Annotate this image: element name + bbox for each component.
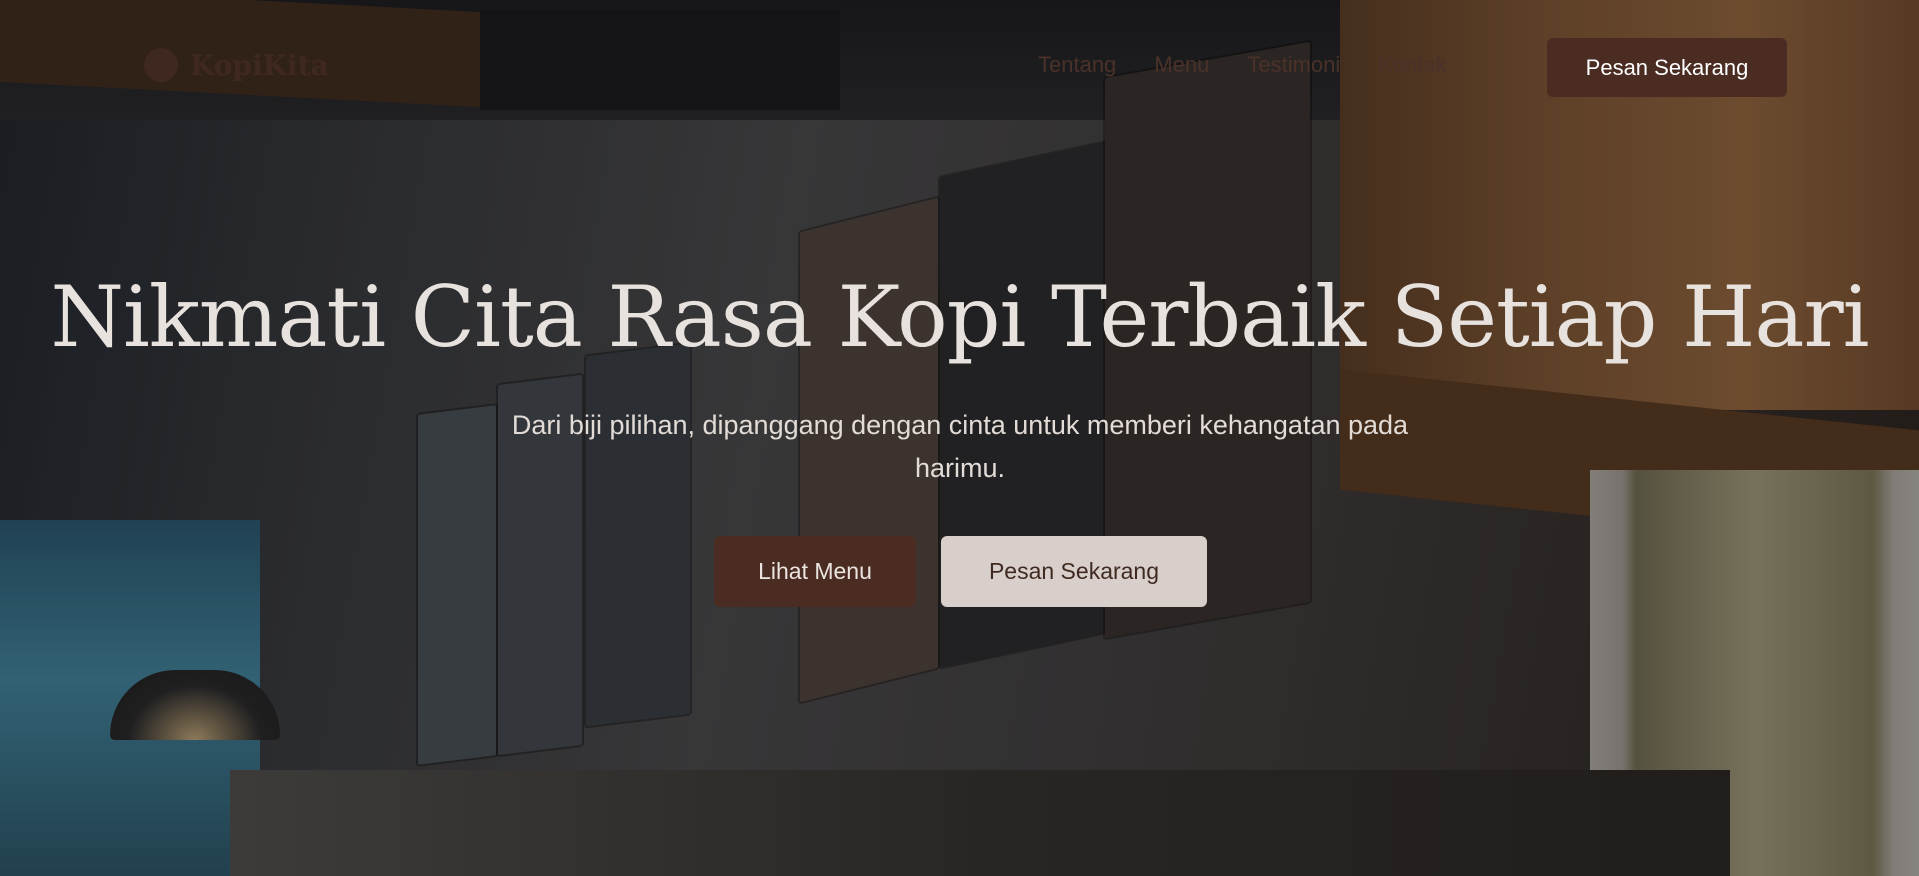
brand-logo[interactable]: KopiKita [144, 48, 329, 82]
nav-order-button[interactable]: Pesan Sekarang [1547, 38, 1787, 97]
nav-link-menu[interactable]: Menu [1154, 52, 1209, 78]
brand-name: KopiKita [190, 48, 329, 82]
hero-title: Nikmati Cita Rasa Kopi Terbaik Setiap Ha… [50, 268, 1869, 366]
nav-link-kontak[interactable]: Kontak [1378, 52, 1447, 78]
navbar: KopiKita Tentang Menu Testimoni Kontak P… [0, 0, 1919, 97]
hero-buttons: Lihat Menu Pesan Sekarang [714, 536, 1207, 607]
hero-section: KopiKita Tentang Menu Testimoni Kontak P… [0, 0, 1919, 876]
order-now-button[interactable]: Pesan Sekarang [941, 536, 1207, 607]
coffee-logo-icon [144, 48, 178, 82]
hero-subtitle: Dari biji pilihan, dipanggang dengan cin… [511, 410, 1409, 483]
nav-link-testimoni[interactable]: Testimoni [1247, 52, 1340, 78]
view-menu-button[interactable]: Lihat Menu [714, 536, 916, 607]
nav-links: Tentang Menu Testimoni Kontak [1038, 52, 1485, 78]
nav-link-tentang[interactable]: Tentang [1038, 52, 1116, 78]
